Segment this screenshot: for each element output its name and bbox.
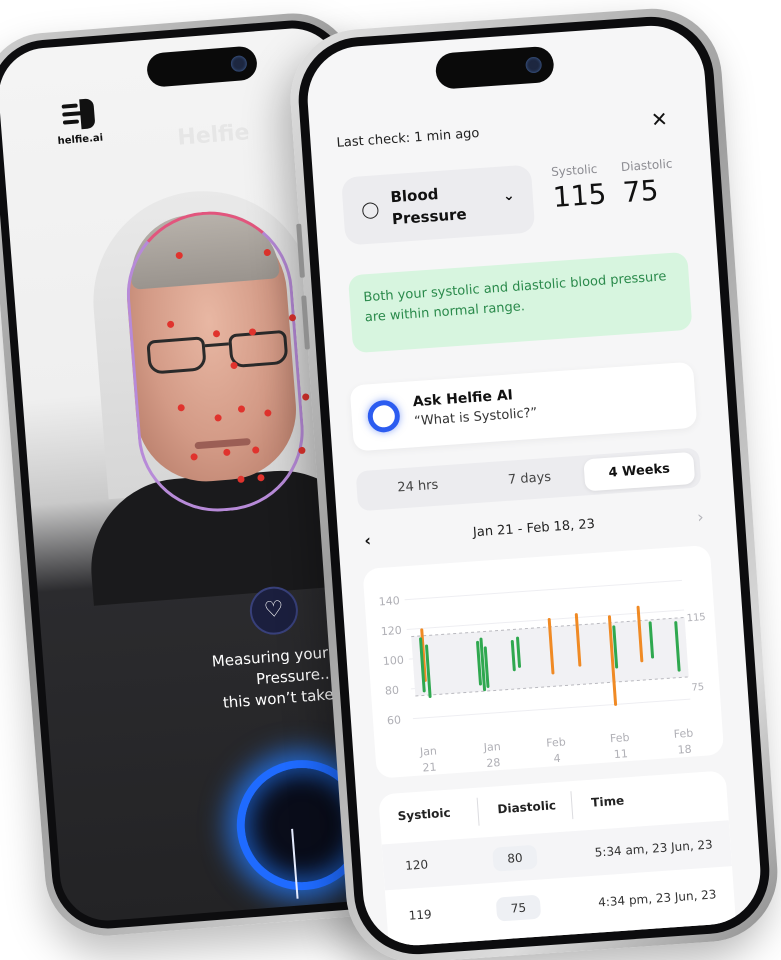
column-divider bbox=[476, 797, 480, 826]
systolic-reference-label: 115 bbox=[686, 612, 706, 624]
ghost-brand-watermark: Helfie bbox=[176, 120, 251, 151]
systolic-value: 115 bbox=[551, 177, 608, 214]
metric-label: Blood Pressure bbox=[389, 184, 468, 229]
y-tick-label: 100 bbox=[382, 654, 404, 668]
front-camera-icon bbox=[525, 56, 543, 74]
row-systolic: 120 bbox=[404, 857, 429, 873]
chevron-down-icon: ⌄ bbox=[502, 187, 516, 205]
chart-svg: 140 120 100 80 60 115 75 Jan 21 Jan 28 Feb 4 Feb 11 Feb… bbox=[378, 579, 706, 775]
readings-table: Systloic Diastolic Time 120 80 5:34 am, … bbox=[378, 770, 737, 949]
y-tick-label: 140 bbox=[378, 594, 400, 608]
x-tick-label: 21 bbox=[422, 761, 437, 775]
ask-helfie-card[interactable]: Ask Helfie AI “What is Systolic?” bbox=[349, 361, 698, 452]
progress-needle bbox=[291, 828, 299, 899]
x-tick-label: Jan bbox=[419, 744, 438, 758]
x-tick-label: Feb bbox=[673, 727, 693, 741]
dynamic-island bbox=[434, 45, 555, 90]
front-phone-screen: Last check: 1 min ago ✕ ◯ Blood Pressure… bbox=[304, 22, 764, 949]
col-header-diastolic: Diastolic bbox=[497, 798, 557, 817]
row-time: 4:34 pm, 23 Jun, 23 bbox=[597, 887, 717, 910]
diastolic-value: 75 bbox=[621, 173, 660, 210]
x-tick-label: 18 bbox=[677, 743, 692, 757]
metric-selector[interactable]: ◯ Blood Pressure ⌄ bbox=[341, 164, 536, 246]
y-tick-label: 60 bbox=[387, 713, 402, 727]
front-phone: Last check: 1 min ago ✕ ◯ Blood Pressure… bbox=[285, 4, 781, 960]
bp-range-bar bbox=[510, 639, 516, 672]
ask-title: Ask Helfie AI bbox=[412, 387, 514, 411]
last-check-text: Last check: 1 min ago bbox=[336, 125, 480, 151]
logo-text: helfie.ai bbox=[57, 132, 104, 148]
close-icon[interactable]: ✕ bbox=[650, 107, 668, 132]
tab-4-weeks[interactable]: 4 Weeks bbox=[583, 451, 696, 492]
x-tick-label: 11 bbox=[613, 747, 628, 761]
y-tick-label: 120 bbox=[380, 624, 402, 638]
x-tick-label: 28 bbox=[486, 756, 501, 770]
x-tick-label: Jan bbox=[482, 740, 501, 754]
x-tick-label: Feb bbox=[546, 735, 566, 749]
ask-question: “What is Systolic?” bbox=[413, 405, 538, 430]
tab-24-hrs[interactable]: 24 hrs bbox=[362, 467, 474, 507]
dynamic-island bbox=[145, 45, 259, 88]
blood-pressure-chart: 140 120 100 80 60 115 75 Jan 21 Jan 28 Feb 4 Feb 11 Feb… bbox=[362, 544, 725, 779]
row-diastolic: 75 bbox=[495, 894, 542, 922]
face-scan-outline bbox=[120, 205, 310, 518]
x-tick-label: 4 bbox=[553, 752, 561, 765]
col-header-time: Time bbox=[590, 793, 625, 810]
grid-line bbox=[412, 698, 691, 720]
y-tick-label: 80 bbox=[385, 684, 400, 698]
x-tick-label: Feb bbox=[610, 731, 630, 745]
helfie-ai-ring-icon bbox=[366, 399, 401, 434]
row-time: 5:34 am, 23 Jun, 23 bbox=[594, 837, 714, 860]
blood-drop-icon: ◯ bbox=[360, 199, 380, 220]
diastolic-reference-label: 75 bbox=[691, 682, 704, 694]
systolic-reading: Systolic 115 bbox=[551, 160, 624, 214]
col-header-systolic: Systloic bbox=[397, 805, 452, 824]
grid-line bbox=[404, 579, 683, 601]
helfie-logo-icon bbox=[59, 96, 98, 133]
row-systolic: 119 bbox=[408, 907, 433, 923]
status-message: Both your systolic and diastolic blood p… bbox=[347, 251, 693, 354]
column-divider bbox=[570, 791, 574, 820]
diastolic-reading: Diastolic 75 bbox=[621, 155, 694, 209]
tab-7-days[interactable]: 7 days bbox=[474, 459, 586, 499]
front-camera-icon bbox=[230, 55, 248, 73]
bp-range-bar bbox=[516, 636, 522, 668]
time-range-tabs: 24 hrs 7 days 4 Weeks bbox=[355, 447, 702, 512]
chevron-right-icon[interactable]: › bbox=[697, 507, 705, 526]
helfie-logo: helfie.ai bbox=[47, 95, 111, 148]
date-range-label: Jan 21 - Feb 18, 23 bbox=[472, 516, 596, 541]
row-diastolic: 80 bbox=[492, 844, 538, 872]
